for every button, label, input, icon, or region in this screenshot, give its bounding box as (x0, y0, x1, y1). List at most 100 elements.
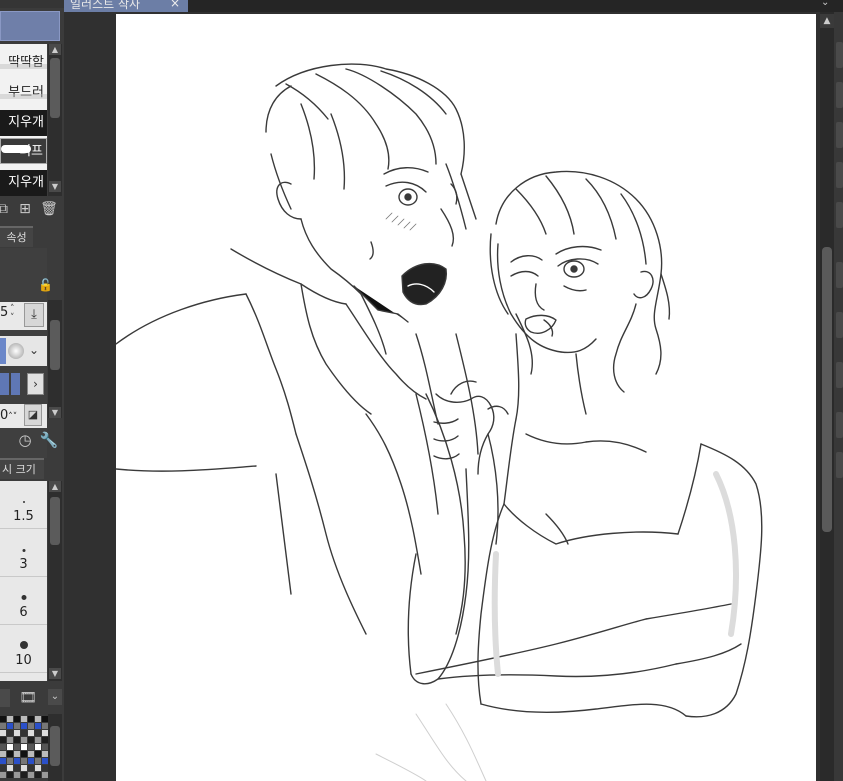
scroll-down-icon[interactable]: ▼ (49, 668, 61, 679)
panel-handle[interactable] (836, 412, 843, 438)
palette-color-cell[interactable] (21, 751, 27, 757)
palette-color-cell[interactable] (28, 751, 34, 757)
palette-color-cell[interactable] (14, 737, 20, 743)
palette-color-cell[interactable] (0, 737, 6, 743)
brush-size-scrollbar[interactable] (48, 481, 62, 681)
scroll-up-icon[interactable]: ▲ (49, 481, 61, 492)
lock-icon[interactable]: 🔓 (38, 278, 53, 292)
palette-color-cell[interactable] (35, 716, 41, 722)
close-icon[interactable]: × (170, 0, 180, 10)
trash-icon[interactable]: 🗑 (40, 200, 58, 218)
palette-color-cell[interactable] (28, 716, 34, 722)
panel-handle[interactable] (836, 162, 843, 188)
brush-size-value[interactable]: 5 (0, 305, 8, 320)
palette-color-cell[interactable] (28, 758, 34, 764)
palette-scrollbar[interactable] (48, 714, 62, 781)
scroll-thumb[interactable] (50, 320, 60, 370)
palette-color-cell[interactable] (21, 730, 27, 736)
panel-handle[interactable] (836, 42, 843, 68)
stabilization-value[interactable]: 0˄˅ (0, 408, 17, 423)
panel-handle[interactable] (836, 362, 843, 388)
panel-tab[interactable] (0, 0, 64, 8)
panel-handle[interactable] (836, 262, 843, 288)
palette-color-cell[interactable] (0, 744, 6, 750)
palette-color-cell[interactable] (0, 723, 6, 729)
copy-subtool-icon[interactable]: ⧉ (0, 200, 12, 218)
timer-icon[interactable]: ◷ (14, 429, 36, 451)
texture-strength-bar[interactable] (0, 373, 26, 395)
brush-size-item[interactable]: 10 (0, 625, 47, 673)
palette-color-cell[interactable] (0, 758, 6, 764)
brush-size-item[interactable]: 1.5 (0, 481, 47, 529)
panel-handle[interactable] (836, 122, 843, 148)
palette-color-cell[interactable] (7, 765, 13, 771)
brush-item-eraser[interactable]: 지우개 (0, 110, 47, 136)
palette-color-cell[interactable] (21, 758, 27, 764)
palette-color-cell[interactable] (21, 737, 27, 743)
scroll-up-icon[interactable]: ▲ (820, 14, 834, 28)
palette-color-cell[interactable] (28, 772, 34, 778)
palette-color-cell[interactable] (28, 723, 34, 729)
palette-color-cell[interactable] (35, 737, 41, 743)
stabilization-stepper[interactable]: ˄˅ (8, 412, 17, 422)
palette-color-cell[interactable] (0, 716, 6, 722)
brush-size-stepper[interactable]: ˄ ˅ (10, 305, 15, 323)
scroll-thumb[interactable] (822, 247, 832, 532)
palette-color-cell[interactable] (14, 765, 20, 771)
palette-color-cell[interactable] (35, 751, 41, 757)
scroll-thumb[interactable] (50, 58, 60, 118)
palette-color-cell[interactable] (0, 765, 6, 771)
palette-color-cell[interactable] (7, 730, 13, 736)
palette-color-cell[interactable] (14, 723, 20, 729)
palette-color-cell[interactable] (28, 765, 34, 771)
chevron-right-icon[interactable]: › (27, 373, 44, 395)
palette-color-cell[interactable] (35, 772, 41, 778)
palette-color-cell[interactable] (21, 744, 27, 750)
palette-color-cell[interactable] (14, 744, 20, 750)
palette-color-cell[interactable] (35, 723, 41, 729)
new-subtool-icon[interactable]: ⊞ (16, 200, 34, 218)
brush-item-eraser-2[interactable]: 지우개 (0, 170, 47, 196)
palette-color-cell[interactable] (7, 723, 13, 729)
chevron-down-icon[interactable]: ⌄ (48, 689, 62, 705)
scroll-thumb[interactable] (50, 726, 60, 766)
palette-color-cell[interactable] (14, 730, 20, 736)
palette-color-cell[interactable] (21, 723, 27, 729)
scroll-down-icon[interactable]: ▼ (49, 181, 61, 192)
subtool-group-selected[interactable] (0, 11, 60, 41)
palette-color-cell[interactable] (7, 716, 13, 722)
palette-color-cell[interactable] (0, 772, 6, 778)
panel-handle[interactable] (836, 452, 843, 478)
palette-color-cell[interactable] (7, 737, 13, 743)
scroll-up-icon[interactable]: ▲ (49, 44, 61, 55)
brush-item-hard[interactable]: 딱딱함 (0, 50, 47, 76)
palette-color-cell[interactable] (28, 744, 34, 750)
brush-size-item[interactable]: 3 (0, 529, 47, 577)
scroll-down-icon[interactable]: ▼ (49, 407, 61, 418)
panel-handle[interactable] (836, 202, 843, 228)
panel-handle[interactable] (836, 82, 843, 108)
wrench-icon[interactable]: 🔧 (38, 429, 60, 451)
palette-color-cell[interactable] (35, 758, 41, 764)
panel-handle[interactable] (836, 312, 843, 338)
palette-color-cell[interactable] (7, 772, 13, 778)
brush-list-scrollbar[interactable] (48, 44, 62, 196)
tab-menu-chevron-icon[interactable]: ⌄ (821, 0, 829, 8)
palette-color-cell[interactable] (7, 758, 13, 764)
palette-color-cell[interactable] (14, 751, 20, 757)
palette-color-cell[interactable] (14, 758, 20, 764)
canvas-vertical-scrollbar[interactable]: ▲ (820, 12, 834, 781)
palette-color-cell[interactable] (21, 716, 27, 722)
palette-color-cell[interactable] (14, 716, 20, 722)
palette-color-cell[interactable] (0, 730, 6, 736)
palette-color-cell[interactable] (35, 744, 41, 750)
palette-color-cell[interactable] (28, 730, 34, 736)
tab-document[interactable]: 일러스트 작사 × (64, 0, 188, 12)
brush-item-soft[interactable]: 부드러움 (0, 80, 47, 106)
palette-color-cell[interactable] (35, 765, 41, 771)
chevron-down-icon[interactable]: ⌄ (29, 343, 39, 357)
palette-color-cell[interactable] (14, 772, 20, 778)
download-icon[interactable]: ⤓ (24, 303, 44, 327)
stabilization-option-icon[interactable]: ◪ (24, 404, 42, 426)
property-scrollbar[interactable] (48, 300, 62, 418)
